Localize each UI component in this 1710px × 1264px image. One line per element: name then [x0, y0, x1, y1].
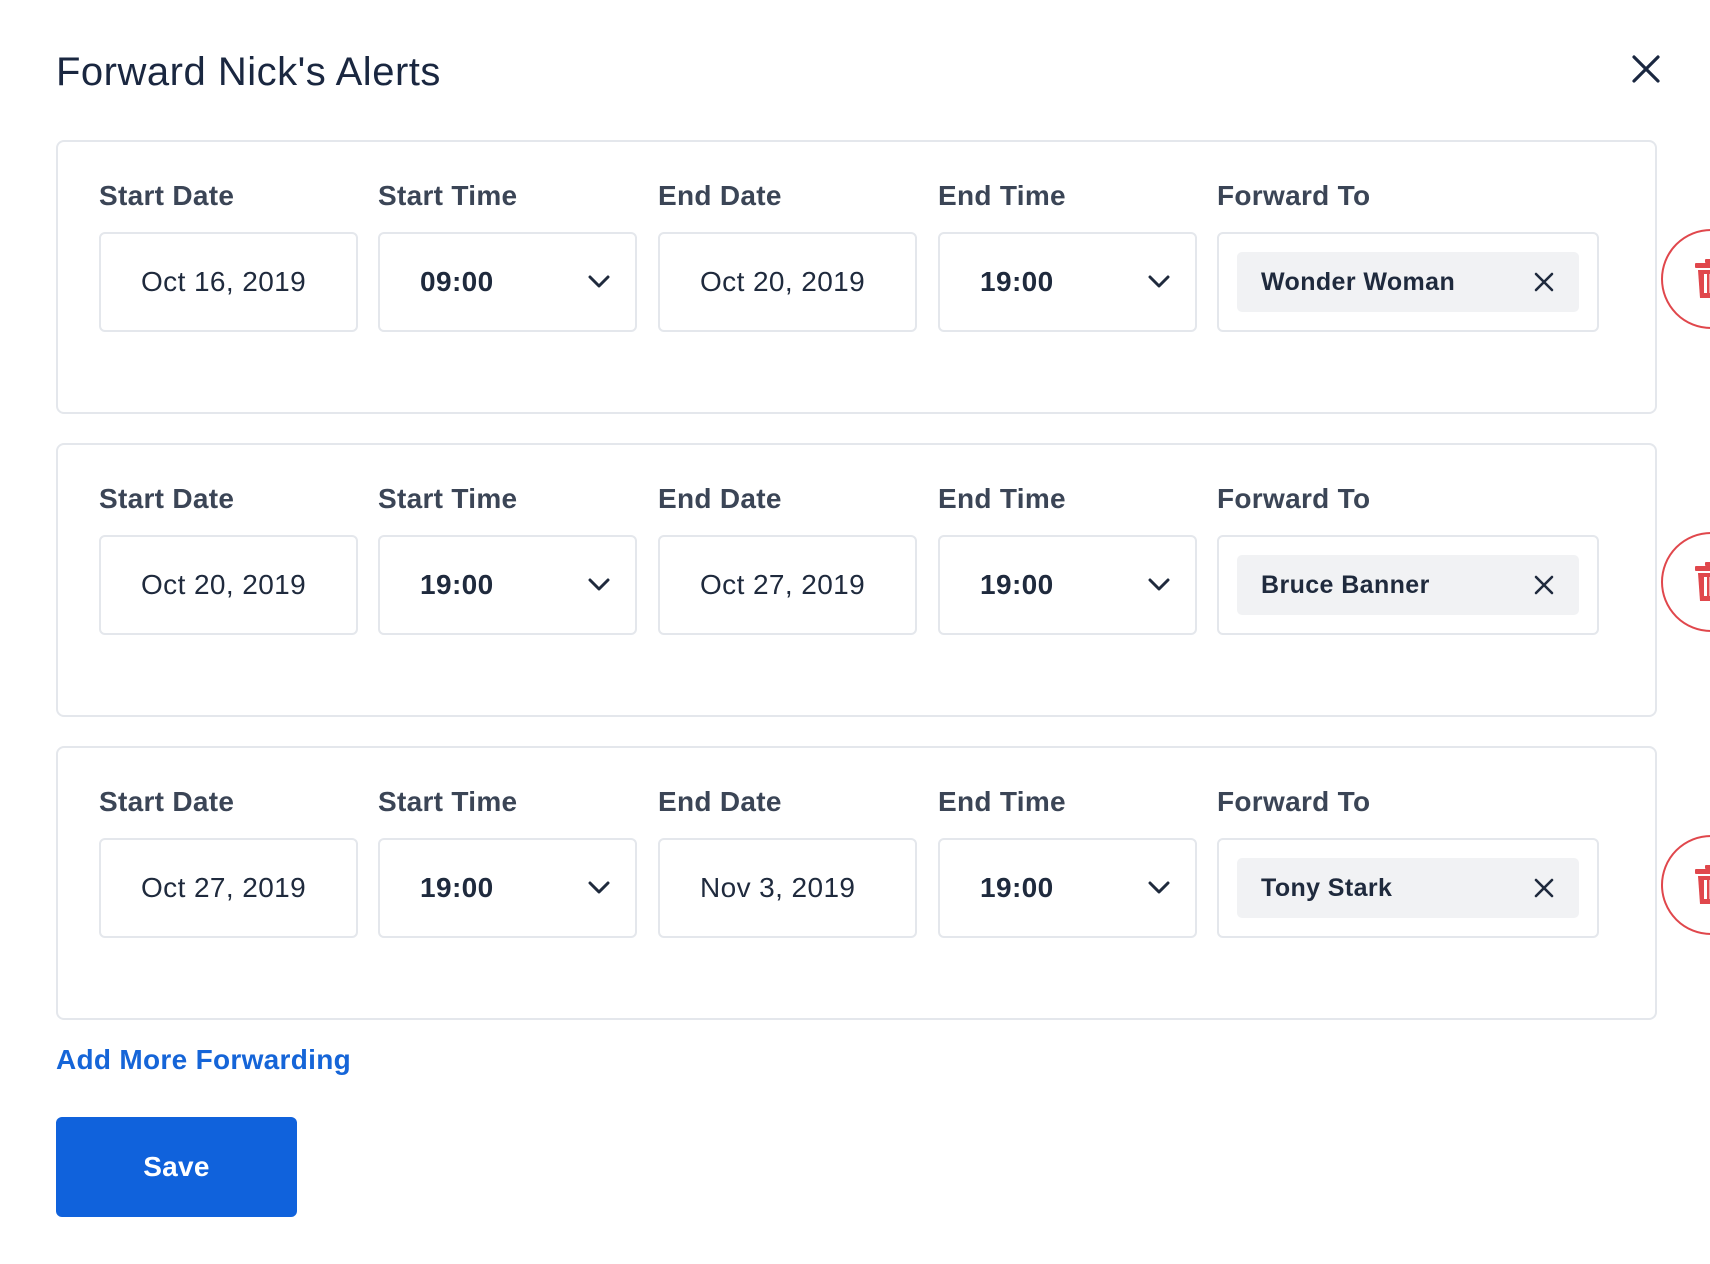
end-time-select[interactable]: 19:00 — [938, 838, 1197, 938]
chevron-down-icon — [587, 270, 611, 294]
remove-recipient-button[interactable] — [1531, 875, 1557, 901]
add-more-forwarding-link[interactable]: Add More Forwarding — [56, 1044, 351, 1076]
recipient-name: Bruce Banner — [1261, 570, 1430, 599]
chevron-down-icon — [1147, 876, 1171, 900]
remove-recipient-button[interactable] — [1531, 269, 1557, 295]
end-date-input[interactable]: Nov 3, 2019 — [658, 838, 917, 938]
forward-to-input[interactable]: Bruce Banner — [1217, 535, 1599, 635]
close-icon — [1534, 272, 1554, 292]
start-time-select[interactable]: 09:00 — [378, 232, 637, 332]
recipient-chip: Bruce Banner — [1237, 555, 1579, 615]
forward-to-input[interactable]: Tony Stark — [1217, 838, 1599, 938]
save-button[interactable]: Save — [56, 1117, 297, 1217]
start-time-label: Start Time — [378, 180, 518, 211]
start-time-label: Start Time — [378, 483, 518, 514]
chevron-down-icon — [587, 876, 611, 900]
start-time-select[interactable]: 19:00 — [378, 838, 637, 938]
delete-rule-button[interactable] — [1661, 229, 1710, 329]
end-date-input[interactable]: Oct 20, 2019 — [658, 232, 917, 332]
start-date-label: Start Date — [99, 180, 235, 211]
start-time-value: 19:00 — [420, 872, 494, 903]
recipient-name: Wonder Woman — [1261, 267, 1456, 296]
trash-icon — [1695, 562, 1710, 601]
end-date-input[interactable]: Oct 27, 2019 — [658, 535, 917, 635]
modal-title: Forward Nick's Alerts — [56, 50, 441, 94]
start-date-label: Start Date — [99, 786, 235, 817]
end-time-label: End Time — [938, 483, 1066, 514]
start-time-value: 09:00 — [420, 266, 494, 297]
end-date-label: End Date — [658, 786, 782, 817]
recipient-name: Tony Stark — [1261, 873, 1393, 902]
close-modal-button[interactable] — [1625, 48, 1667, 90]
start-date-label: Start Date — [99, 483, 235, 514]
forwarding-rule-card: Start Date Start Time End Date End Time … — [56, 746, 1710, 1020]
end-date-label: End Date — [658, 180, 782, 211]
recipient-chip: Wonder Woman — [1237, 252, 1579, 312]
start-time-value: 19:00 — [420, 569, 494, 600]
start-date-input[interactable]: Oct 20, 2019 — [99, 535, 358, 635]
delete-rule-button[interactable] — [1661, 532, 1710, 632]
end-time-value: 19:00 — [980, 266, 1054, 297]
trash-icon — [1695, 259, 1710, 298]
close-icon — [1534, 878, 1554, 898]
forward-to-label: Forward To — [1217, 483, 1371, 514]
forward-to-label: Forward To — [1217, 180, 1371, 211]
end-time-value: 19:00 — [980, 569, 1054, 600]
start-date-input[interactable]: Oct 27, 2019 — [99, 838, 358, 938]
chevron-down-icon — [1147, 573, 1171, 597]
delete-rule-button[interactable] — [1661, 835, 1710, 935]
forward-to-label: Forward To — [1217, 786, 1371, 817]
start-time-label: Start Time — [378, 786, 518, 817]
forwarding-rule-card: Start Date Start Time End Date End Time … — [56, 443, 1710, 717]
chevron-down-icon — [1147, 270, 1171, 294]
end-time-label: End Time — [938, 786, 1066, 817]
start-time-select[interactable]: 19:00 — [378, 535, 637, 635]
end-time-label: End Time — [938, 180, 1066, 211]
end-time-select[interactable]: 19:00 — [938, 232, 1197, 332]
remove-recipient-button[interactable] — [1531, 572, 1557, 598]
start-date-input[interactable]: Oct 16, 2019 — [99, 232, 358, 332]
close-icon — [1534, 575, 1554, 595]
chevron-down-icon — [587, 573, 611, 597]
close-icon — [1632, 55, 1660, 83]
forwarding-rule-card: Start Date Start Time End Date End Time … — [56, 140, 1710, 414]
end-time-value: 19:00 — [980, 872, 1054, 903]
end-date-label: End Date — [658, 483, 782, 514]
end-time-select[interactable]: 19:00 — [938, 535, 1197, 635]
recipient-chip: Tony Stark — [1237, 858, 1579, 918]
forward-to-input[interactable]: Wonder Woman — [1217, 232, 1599, 332]
trash-icon — [1695, 865, 1710, 904]
